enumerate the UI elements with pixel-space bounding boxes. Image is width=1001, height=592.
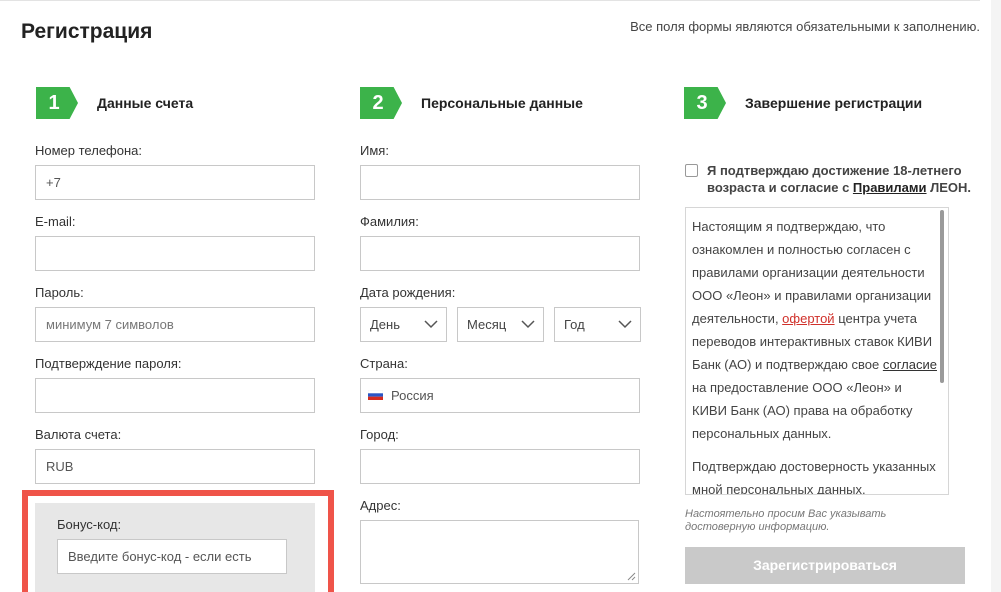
step-2-badge: 2 — [360, 87, 402, 119]
step-2-title: Персональные данные — [421, 95, 583, 111]
currency-input[interactable]: RUB — [35, 449, 315, 484]
birth-month-value: Месяц — [467, 317, 507, 332]
email-input[interactable] — [35, 236, 315, 271]
birth-day-value: День — [370, 317, 400, 332]
address-label: Адрес: — [360, 498, 401, 513]
chevron-down-icon — [618, 320, 632, 329]
confirm-password-input[interactable] — [35, 378, 315, 413]
address-textarea[interactable] — [360, 520, 639, 584]
country-value: Россия — [391, 388, 434, 403]
name-input[interactable] — [360, 165, 640, 200]
step-3-title: Завершение регистрации — [745, 95, 923, 111]
surname-input[interactable] — [360, 236, 640, 271]
phone-label: Номер телефона: — [35, 143, 142, 158]
rules-link[interactable]: Правилами — [853, 180, 927, 195]
city-label: Город: — [360, 427, 399, 442]
page-edge — [991, 0, 1001, 592]
offer-link[interactable]: офертой — [782, 311, 834, 326]
header-divider — [0, 0, 980, 1]
password-label: Пароль: — [35, 285, 84, 300]
birth-year-select[interactable]: Год — [554, 307, 641, 342]
country-label: Страна: — [360, 356, 408, 371]
russia-flag-icon — [368, 390, 383, 400]
bonus-label: Бонус-код: — [57, 517, 122, 532]
page-title: Регистрация — [21, 20, 153, 43]
resize-grip-icon[interactable] — [627, 572, 636, 581]
city-input[interactable] — [360, 449, 640, 484]
password-input[interactable]: минимум 7 символов — [35, 307, 315, 342]
accuracy-note: Настоятельно просим Вас указывать достов… — [685, 508, 887, 533]
terms-scrollbar[interactable] — [940, 210, 944, 383]
birth-month-select[interactable]: Месяц — [457, 307, 544, 342]
phone-input[interactable]: +7 — [35, 165, 315, 200]
terms-box[interactable]: Настоящим я подтверждаю, что ознакомлен … — [685, 207, 949, 495]
terms-text: Настоящим я подтверждаю, что ознакомлен … — [692, 219, 937, 495]
step-3-badge: 3 — [684, 87, 726, 119]
confirm-password-label: Подтверждение пароля: — [35, 356, 182, 371]
chevron-down-icon — [424, 320, 438, 329]
step-1-badge: 1 — [36, 87, 78, 119]
name-label: Имя: — [360, 143, 389, 158]
country-select[interactable]: Россия — [360, 378, 640, 413]
bonus-code-input[interactable]: Введите бонус-код - если есть — [57, 539, 287, 574]
chevron-down-icon — [521, 320, 535, 329]
age-consent-checkbox[interactable] — [685, 164, 698, 177]
surname-label: Фамилия: — [360, 214, 419, 229]
birth-day-select[interactable]: День — [360, 307, 447, 342]
required-note: Все поля формы являются обязательными к … — [630, 19, 980, 34]
birthdate-label: Дата рождения: — [360, 285, 456, 300]
step-1-title: Данные счета — [97, 95, 194, 111]
register-button[interactable]: Зарегистрироваться — [685, 547, 965, 584]
birth-year-value: Год — [564, 317, 585, 332]
consent-link[interactable]: согласие — [883, 357, 937, 372]
age-consent-label: Я подтверждаю достижение 18-летнего возр… — [707, 163, 972, 195]
currency-label: Валюта счета: — [35, 427, 122, 442]
email-label: E-mail: — [35, 214, 76, 229]
